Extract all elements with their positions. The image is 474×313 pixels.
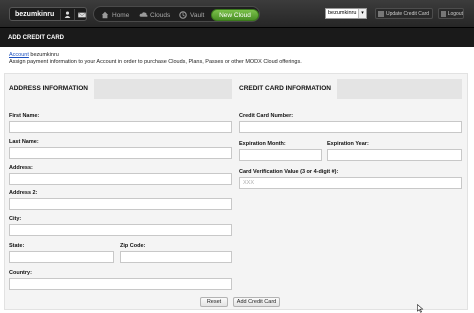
last-name-label: Last Name: — [9, 139, 39, 145]
page-title: ADD CREDIT CARD — [8, 35, 64, 41]
mail-icon[interactable] — [74, 9, 88, 20]
card-icon — [378, 10, 384, 17]
expiration-year-label: Expiration Year: — [327, 141, 369, 147]
card-number-label: Credit Card Number: — [239, 113, 294, 119]
mouse-cursor-icon — [417, 304, 424, 313]
add-credit-card-button[interactable]: Add Credit Card — [233, 297, 280, 307]
card-heading-bar — [337, 79, 462, 99]
logout-label: Logout — [447, 10, 463, 17]
address-field[interactable] — [9, 173, 232, 185]
user-box: bezumkinru — [9, 7, 87, 21]
state-field[interactable] — [9, 251, 114, 263]
address2-label: Address 2: — [9, 190, 38, 196]
intro-description: Assign payment information to your Accou… — [9, 59, 302, 65]
zip-code-field[interactable] — [120, 251, 232, 263]
top-navigation-bar: bezumkinru Home Clouds Vault New Cloud b… — [0, 0, 474, 27]
new-cloud-button[interactable]: New Cloud — [211, 9, 259, 21]
nav-home[interactable]: Home — [101, 10, 129, 20]
cvv-label: Card Verification Value (3 or 4-digit #)… — [239, 169, 339, 175]
last-name-field[interactable] — [9, 147, 232, 159]
chevron-down-icon: ▾ — [358, 9, 366, 18]
reset-button[interactable]: Reset — [200, 297, 228, 307]
city-field[interactable] — [9, 224, 232, 236]
cvv-field[interactable] — [239, 177, 462, 189]
address-section-heading: ADDRESS INFORMATION — [9, 79, 232, 99]
card-number-field[interactable] — [239, 121, 462, 133]
city-label: City: — [9, 216, 22, 222]
expiration-month-label: Expiration Month: — [239, 141, 286, 147]
nav-vault-label: Vault — [190, 11, 205, 19]
country-label: Country: — [9, 270, 32, 276]
cloud-icon — [139, 11, 148, 19]
card-heading-label: CREDIT CARD INFORMATION — [239, 85, 331, 92]
nav-home-label: Home — [112, 11, 130, 19]
logout-button[interactable]: Logout — [438, 8, 464, 19]
address-label: Address: — [9, 165, 33, 171]
card-section-heading: CREDIT CARD INFORMATION — [239, 79, 462, 99]
nav-clouds[interactable]: Clouds — [139, 10, 170, 20]
vault-icon — [179, 11, 187, 19]
expiration-year-field[interactable] — [327, 149, 462, 161]
user-icon[interactable] — [60, 9, 74, 20]
username-label: bezumkinru — [15, 11, 55, 18]
first-name-field[interactable] — [9, 121, 232, 133]
zip-code-label: Zip Code: — [120, 243, 146, 249]
account-select[interactable]: bezumkinru ▾ — [325, 8, 367, 19]
address-heading-label: ADDRESS INFORMATION — [9, 85, 88, 92]
update-credit-card-label: Update Credit Card — [386, 10, 430, 17]
account-line: Account bezumkinru — [9, 52, 302, 59]
nav-vault[interactable]: Vault — [179, 10, 204, 20]
state-label: State: — [9, 243, 25, 249]
logout-icon — [441, 10, 446, 17]
account-select-value: bezumkinru — [328, 10, 357, 16]
address-heading-bar — [94, 79, 232, 99]
country-field[interactable] — [9, 278, 232, 290]
update-credit-card-button[interactable]: Update Credit Card — [375, 8, 433, 19]
form-panel — [4, 73, 468, 310]
intro-text: Account bezumkinru Assign payment inform… — [9, 52, 302, 66]
address2-field[interactable] — [9, 198, 232, 210]
page-header: ADD CREDIT CARD — [0, 27, 474, 47]
account-user: bezumkinru — [28, 52, 59, 58]
expiration-month-field[interactable] — [239, 149, 322, 161]
account-link[interactable]: Account — [9, 52, 29, 58]
first-name-label: First Name: — [9, 113, 40, 119]
main-nav: Home Clouds Vault New Cloud — [93, 6, 260, 22]
home-icon — [101, 11, 109, 19]
nav-clouds-label: Clouds — [150, 11, 171, 19]
